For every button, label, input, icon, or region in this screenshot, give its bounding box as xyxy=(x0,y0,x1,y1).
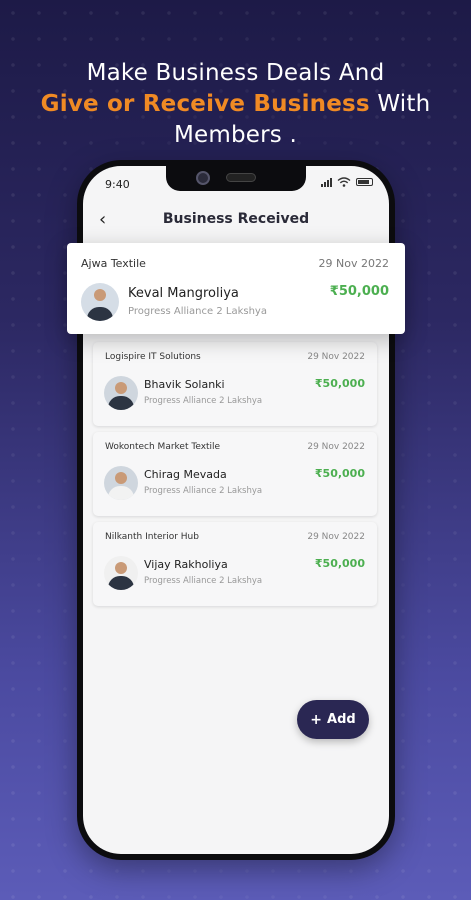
camera-icon xyxy=(196,171,210,185)
company-name: Wokontech Market Textile xyxy=(105,442,221,452)
status-time: 9:40 xyxy=(105,178,130,191)
headline-line-2-rest: With xyxy=(369,91,431,117)
amount: ₹50,000 xyxy=(314,467,365,480)
highlighted-business-card[interactable]: Ajwa Textile 29 Nov 2022 Keval Mangroliy… xyxy=(67,243,405,334)
headline-line-3: Members . xyxy=(173,122,297,148)
member-name: Vijay Rakholiya xyxy=(144,558,228,571)
speaker-grille xyxy=(226,173,256,182)
phone-notch xyxy=(166,166,306,191)
headline-accent: Give or Receive Business xyxy=(40,91,370,117)
avatar xyxy=(104,556,138,590)
business-card[interactable]: Wokontech Market Textile 29 Nov 2022 Chi… xyxy=(93,432,377,516)
card-date: 29 Nov 2022 xyxy=(307,352,365,362)
amount: ₹50,000 xyxy=(314,557,365,570)
plus-icon: + xyxy=(310,711,323,728)
avatar xyxy=(104,376,138,410)
status-icons xyxy=(321,177,373,187)
member-name: Chirag Mevada xyxy=(144,468,227,481)
business-card[interactable]: Nilkanth Interior Hub 29 Nov 2022 Vijay … xyxy=(93,522,377,606)
company-name: Ajwa Textile xyxy=(81,257,146,270)
avatar xyxy=(81,283,119,321)
wifi-icon xyxy=(337,177,351,187)
member-name: Bhavik Solanki xyxy=(144,378,225,391)
card-date: 29 Nov 2022 xyxy=(318,257,389,270)
group-name: Progress Alliance 2 Lakshya xyxy=(144,486,263,496)
headline-line-1: Make Business Deals And xyxy=(86,60,385,86)
group-name: Progress Alliance 2 Lakshya xyxy=(144,576,263,586)
battery-icon xyxy=(356,178,373,186)
card-date: 29 Nov 2022 xyxy=(307,442,365,452)
company-name: Nilkanth Interior Hub xyxy=(105,532,199,542)
group-name: Progress Alliance 2 Lakshya xyxy=(144,396,263,406)
page-title: Business Received xyxy=(162,211,310,227)
amount: ₹50,000 xyxy=(329,284,389,299)
business-card[interactable]: Logispire IT Solutions 29 Nov 2022 Bhavi… xyxy=(93,342,377,426)
company-name: Logispire IT Solutions xyxy=(105,352,201,362)
signal-icon xyxy=(321,177,332,187)
promo-headline: Make Business Deals And Give or Receive … xyxy=(0,58,471,151)
avatar xyxy=(104,466,138,500)
add-button[interactable]: + Add xyxy=(297,700,369,739)
headline-line-2: Give or Receive Business With xyxy=(0,89,471,120)
member-name: Keval Mangroliya xyxy=(128,286,239,301)
add-button-label: Add xyxy=(327,712,356,727)
group-name: Progress Alliance 2 Lakshya xyxy=(128,306,267,317)
amount: ₹50,000 xyxy=(314,377,365,390)
app-bar: ‹ Business Received xyxy=(83,206,389,236)
card-date: 29 Nov 2022 xyxy=(307,532,365,542)
